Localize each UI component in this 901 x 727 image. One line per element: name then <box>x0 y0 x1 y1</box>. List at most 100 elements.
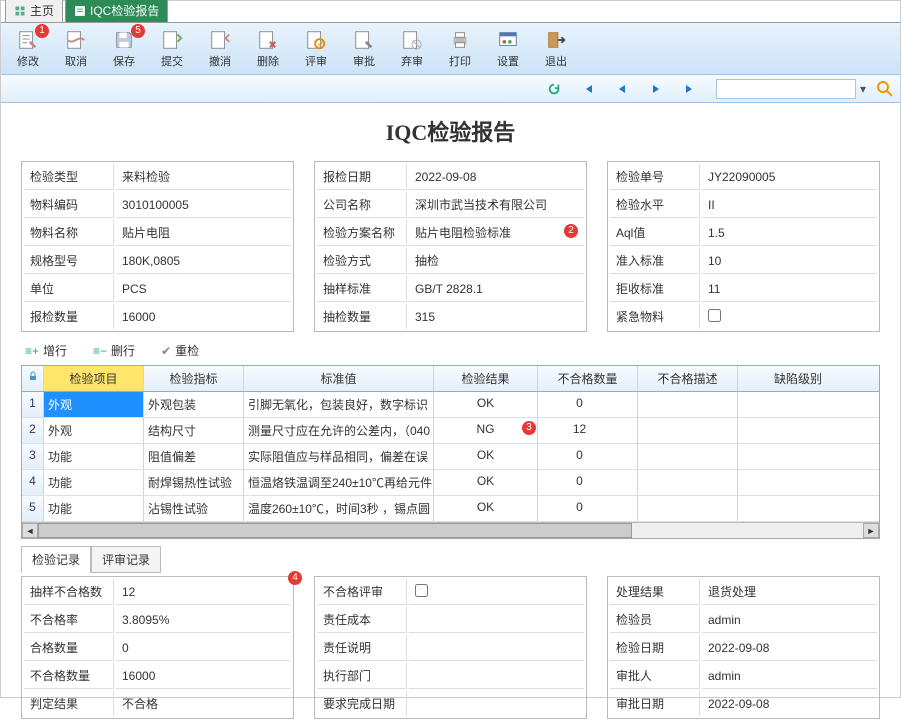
review-icon <box>305 29 327 51</box>
col-lock[interactable] <box>22 366 44 391</box>
delete-button[interactable]: 删除 <box>245 26 291 72</box>
review-label: 评审 <box>305 53 327 69</box>
cell-item[interactable]: 功能 <box>44 470 144 495</box>
cell-item[interactable]: 外观 <box>44 418 144 443</box>
add-row-button[interactable]: ≡+增行 <box>25 342 67 359</box>
cell-nc-qty[interactable]: 0 <box>538 444 638 469</box>
cell-result[interactable]: OK <box>434 470 538 495</box>
cell-item[interactable]: 功能 <box>44 444 144 469</box>
approve-button[interactable]: 审批 <box>341 26 387 72</box>
pass-qty-value: 0 <box>116 635 291 661</box>
cell-result[interactable]: OK <box>434 496 538 521</box>
cell-metric[interactable]: 阻值偏差 <box>144 444 244 469</box>
cell-metric[interactable]: 耐焊锡热性试验 <box>144 470 244 495</box>
search-icon[interactable] <box>876 80 894 98</box>
col-metric[interactable]: 检验指标 <box>144 366 244 391</box>
prev-record-button[interactable] <box>614 81 630 97</box>
cell-std[interactable]: 恒温烙铁温调至240±10℃再给元件 <box>244 470 434 495</box>
cell-std[interactable]: 温度260±10℃，时间3秒 ，锡点圆 <box>244 496 434 521</box>
cell-nc-qty[interactable]: 12 <box>538 418 638 443</box>
cell-nc-desc[interactable] <box>638 392 738 417</box>
recheck-button[interactable]: ✔重检 <box>161 342 199 359</box>
aql-value: 1.5 <box>702 220 877 246</box>
first-record-button[interactable] <box>580 81 596 97</box>
print-button[interactable]: 打印 <box>437 26 483 72</box>
result-value: 退货处理 <box>702 579 877 605</box>
cell-nc-desc[interactable] <box>638 470 738 495</box>
table-row[interactable]: 4功能耐焊锡热性试验恒温烙铁温调至240±10℃再给元件OK0 <box>22 470 879 496</box>
row-num: 3 <box>22 444 44 469</box>
submit-button[interactable]: 提交 <box>149 26 195 72</box>
cell-std[interactable]: 引脚无氧化，包装良好，数字标识 <box>244 392 434 417</box>
nc-review-checkbox[interactable] <box>415 584 428 597</box>
approve-icon <box>353 29 375 51</box>
doc-no-label: 检验单号 <box>610 164 700 190</box>
cell-std[interactable]: 测量尺寸应在允许的公差内，（040 <box>244 418 434 443</box>
scroll-left[interactable]: ◄ <box>22 523 38 538</box>
cell-defect[interactable] <box>738 470 858 495</box>
spec-value: 180K,0805 <box>116 248 291 274</box>
sample-qty-value: 315 <box>409 304 584 329</box>
cell-result[interactable]: OK <box>434 392 538 417</box>
cell-item[interactable]: 外观 <box>44 392 144 417</box>
cell-metric[interactable]: 外观包装 <box>144 392 244 417</box>
refresh-button[interactable] <box>546 81 562 97</box>
last-record-button[interactable] <box>682 81 698 97</box>
cell-nc-qty[interactable]: 0 <box>538 470 638 495</box>
col-defect[interactable]: 缺陷级别 <box>738 366 858 391</box>
cell-nc-desc[interactable] <box>638 418 738 443</box>
table-row[interactable]: 3功能阻值偏差实际阻值应与样品相同，偏差在误OK0 <box>22 444 879 470</box>
discard-button[interactable]: 弃审 <box>389 26 435 72</box>
subtab-inspection[interactable]: 检验记录 <box>21 546 91 573</box>
revoke-button[interactable]: 撤消 <box>197 26 243 72</box>
next-record-button[interactable] <box>648 81 664 97</box>
company-label: 公司名称 <box>317 192 407 218</box>
grid-hscroll[interactable]: ◄ ► <box>22 522 879 538</box>
col-item[interactable]: 检验项目 <box>44 366 144 391</box>
table-row[interactable]: 1外观外观包装引脚无氧化，包装良好，数字标识OK0 <box>22 392 879 418</box>
table-row[interactable]: 2外观结构尺寸测量尺寸应在允许的公差内，（040NG123 <box>22 418 879 444</box>
row-num: 1 <box>22 392 44 417</box>
mat-code-value: 3010100005 <box>116 192 291 218</box>
submit-label: 提交 <box>161 53 183 69</box>
col-result[interactable]: 检验结果 <box>434 366 538 391</box>
cell-nc-qty[interactable]: 0 <box>538 496 638 521</box>
review-button[interactable]: 评审 <box>293 26 339 72</box>
cell-defect[interactable] <box>738 444 858 469</box>
subtab-review[interactable]: 评审记录 <box>91 546 161 573</box>
cell-defect[interactable] <box>738 392 858 417</box>
cell-nc-qty[interactable]: 0 <box>538 392 638 417</box>
cell-item[interactable]: 功能 <box>44 496 144 521</box>
footer-info: 4 抽样不合格数12 不合格率3.8095% 合格数量0 不合格数量16000 … <box>1 572 900 727</box>
cancel-button[interactable]: 取消 <box>53 26 99 72</box>
settings-button[interactable]: 设置 <box>485 26 531 72</box>
col-std[interactable]: 标准值 <box>244 366 434 391</box>
cell-defect[interactable] <box>738 418 858 443</box>
inspection-grid: 检验项目 检验指标 标准值 检验结果 不合格数量 不合格描述 缺陷级别 1外观外… <box>21 365 880 539</box>
tab-home[interactable]: 主页 <box>5 0 63 22</box>
exit-button[interactable]: 退出 <box>533 26 579 72</box>
cell-nc-desc[interactable] <box>638 444 738 469</box>
del-row-button[interactable]: ≡−删行 <box>93 342 135 359</box>
cell-defect[interactable] <box>738 496 858 521</box>
table-row[interactable]: 5功能沾锡性试验温度260±10℃，时间3秒 ，锡点圆OK0 <box>22 496 879 522</box>
save-button[interactable]: 保存 5 <box>101 26 147 72</box>
cell-metric[interactable]: 沾锡性试验 <box>144 496 244 521</box>
cell-metric[interactable]: 结构尺寸 <box>144 418 244 443</box>
cost-label: 责任成本 <box>317 607 407 633</box>
cell-nc-desc[interactable] <box>638 496 738 521</box>
search-input[interactable] <box>716 79 856 99</box>
cell-result[interactable]: OK <box>434 444 538 469</box>
modify-button[interactable]: 修改 1 <box>5 26 51 72</box>
cell-std[interactable]: 实际阻值应与样品相同，偏差在误 <box>244 444 434 469</box>
search-dropdown[interactable]: ▾ <box>860 82 872 96</box>
insp-date-value: 2022-09-08 <box>702 635 877 661</box>
scroll-thumb[interactable] <box>38 523 632 538</box>
tab-iqc-report[interactable]: IQC检验报告 <box>65 0 168 22</box>
col-nc-qty[interactable]: 不合格数量 <box>538 366 638 391</box>
col-nc-desc[interactable]: 不合格描述 <box>638 366 738 391</box>
scroll-right[interactable]: ► <box>863 523 879 538</box>
nc-rate-label: 不合格率 <box>24 607 114 633</box>
urgent-checkbox[interactable] <box>708 309 721 322</box>
mat-name-label: 物料名称 <box>24 220 114 246</box>
